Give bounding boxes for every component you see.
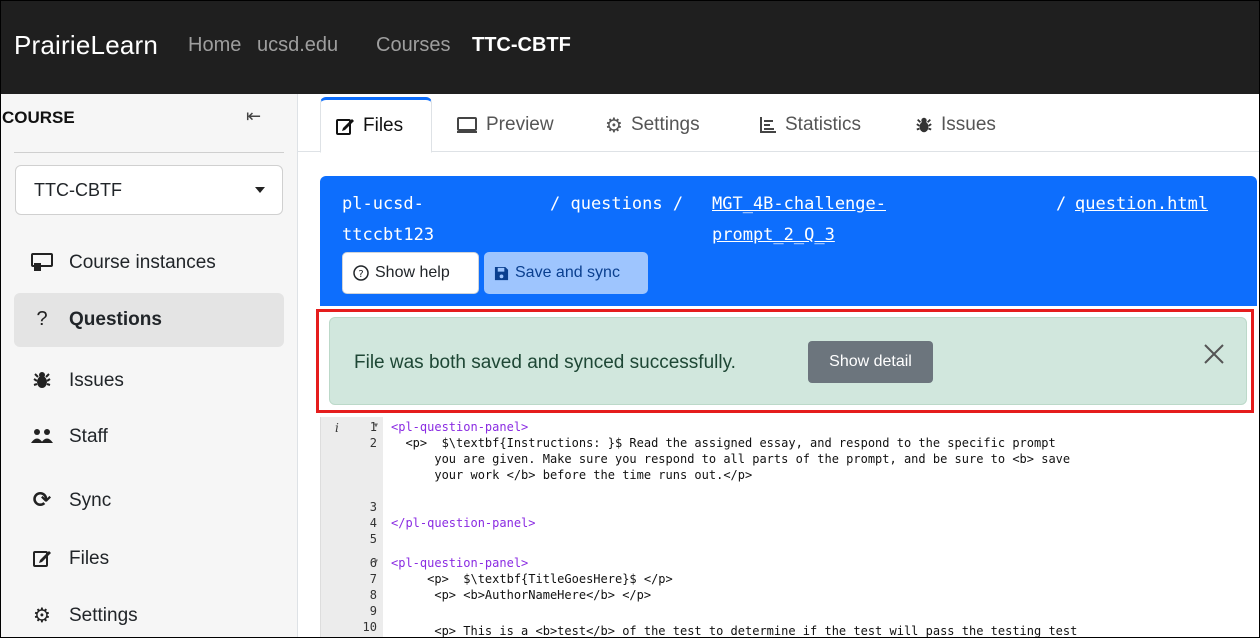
tab-settings[interactable]: ⚙ Settings bbox=[605, 97, 700, 153]
line-number: 1 bbox=[369, 420, 377, 434]
sidebar-item-label: Files bbox=[69, 548, 110, 569]
people-icon bbox=[30, 424, 54, 448]
edit-icon bbox=[335, 116, 355, 136]
sidebar-item-files[interactable]: Files bbox=[14, 532, 284, 586]
sidebar-item-issues[interactable]: Issues bbox=[14, 354, 284, 408]
show-help-label: Show help bbox=[375, 264, 450, 281]
line-number: 8 bbox=[369, 588, 377, 602]
code-line: <pl-question-panel> bbox=[391, 556, 529, 570]
breadcrumb-question-link[interactable]: MGT_4B-challenge- bbox=[712, 194, 886, 214]
sidebar-divider bbox=[14, 152, 284, 153]
sidebar-item-label: Settings bbox=[69, 605, 138, 626]
tab-label: Files bbox=[363, 115, 404, 136]
show-help-button[interactable]: ? Show help bbox=[342, 252, 479, 294]
svg-text:?: ? bbox=[358, 269, 363, 280]
sidebar-item-settings[interactable]: ⚙ Settings bbox=[14, 589, 284, 638]
brand-logo[interactable]: PrairieLearn bbox=[14, 30, 158, 61]
line-number: 9 bbox=[369, 604, 377, 618]
show-detail-button[interactable]: Show detail bbox=[808, 341, 933, 383]
sidebar-item-course-instances[interactable]: Course instances bbox=[14, 236, 284, 290]
code-line: <p> $\textbf{TitleGoesHere}$ </p> bbox=[391, 572, 673, 586]
sidebar-item-label: Sync bbox=[69, 490, 112, 511]
alert-message: File was both saved and synced successfu… bbox=[354, 352, 736, 373]
save-icon bbox=[494, 266, 509, 281]
tab-issues[interactable]: Issues bbox=[915, 97, 996, 153]
sidebar-item-label: Issues bbox=[69, 370, 124, 391]
code-line: <p> $\textbf{Instructions: }$ Read the a… bbox=[391, 436, 1056, 450]
sidebar-item-sync[interactable]: ⟳ Sync bbox=[14, 474, 284, 528]
code-line: <pl-question-panel> bbox=[391, 420, 529, 434]
sidebar-item-questions[interactable]: ? Questions bbox=[14, 293, 284, 347]
line-number: 4 bbox=[369, 516, 377, 530]
code-line: </pl-question-panel> bbox=[391, 516, 536, 530]
nav-link-home[interactable]: Home bbox=[188, 34, 241, 57]
sidebar-item-staff[interactable]: Staff bbox=[14, 410, 284, 464]
tab-files[interactable]: Files bbox=[320, 97, 432, 153]
question-tabs: Files Preview ⚙ Settings Statistics Issu… bbox=[298, 94, 1260, 153]
sidebar-heading: COURSE bbox=[2, 108, 75, 127]
breadcrumb-question-link-cont[interactable]: prompt_2_Q_3 bbox=[712, 225, 835, 245]
file-editor-header: pl-ucsd- ttccbt123 / questions / MGT_4B-… bbox=[320, 176, 1257, 306]
tab-label: Statistics bbox=[785, 114, 862, 135]
edit-icon bbox=[30, 546, 54, 570]
line-number: 6 bbox=[369, 556, 377, 570]
nav-link-course[interactable]: TTC-CBTF bbox=[472, 34, 571, 57]
tab-label: Settings bbox=[630, 114, 700, 135]
fold-icon[interactable]: ▾ bbox=[373, 420, 379, 431]
top-navbar: PrairieLearn Home ucsd.edu Courses TTC-C… bbox=[0, 0, 1260, 94]
sidebar-item-label: Staff bbox=[69, 426, 108, 447]
close-icon[interactable] bbox=[1201, 341, 1227, 367]
line-number: 2 bbox=[369, 436, 377, 450]
sync-icon: ⟳ bbox=[32, 487, 52, 512]
course-sidebar: COURSE ⇤ TTC-CBTF Course instances ? Que… bbox=[0, 94, 298, 638]
sidebar-item-label: Questions bbox=[69, 309, 162, 330]
question-icon: ? bbox=[36, 307, 48, 330]
line-number: 10 bbox=[362, 620, 377, 634]
line-number: 7 bbox=[369, 572, 377, 586]
breadcrumb-course[interactable]: pl-ucsd- bbox=[342, 194, 424, 214]
save-and-sync-label: Save and sync bbox=[515, 264, 620, 281]
line-number: 5 bbox=[369, 532, 377, 546]
code-line: your work </b> before the time runs out.… bbox=[391, 468, 753, 482]
breadcrumb-course-cont[interactable]: ttccbt123 bbox=[342, 225, 434, 245]
monitor-icon bbox=[30, 250, 54, 274]
collapse-sidebar-icon[interactable]: ⇤ bbox=[246, 106, 261, 127]
line-number: 3 bbox=[369, 500, 377, 514]
show-detail-label: Show detail bbox=[829, 353, 912, 370]
help-circle-icon: ? bbox=[353, 265, 369, 281]
chart-icon bbox=[759, 116, 777, 134]
code-editor[interactable]: i 1 2 3 4 5 6 7 8 9 10 ▾ ▾ <pl-question-… bbox=[320, 417, 1257, 638]
nav-link-institution[interactable]: ucsd.edu bbox=[257, 34, 338, 57]
tab-label: Issues bbox=[941, 114, 996, 135]
bug-icon bbox=[30, 368, 54, 392]
tab-preview[interactable]: Preview bbox=[456, 97, 554, 153]
code-line: <p> <b>AuthorNameHere</b> </p> bbox=[391, 588, 652, 602]
nav-link-courses[interactable]: Courses bbox=[376, 34, 450, 57]
breadcrumb-separator: / bbox=[1056, 194, 1067, 214]
breadcrumb-separator: / questions / bbox=[550, 194, 684, 214]
monitor-icon bbox=[456, 115, 478, 135]
code-line: <p> This is a <b>test</b> of the test to… bbox=[391, 624, 1078, 638]
gear-icon: ⚙ bbox=[605, 114, 623, 137]
course-select-dropdown[interactable]: TTC-CBTF bbox=[15, 165, 283, 215]
tab-statistics[interactable]: Statistics bbox=[759, 97, 861, 153]
breadcrumb-file-link[interactable]: question.html bbox=[1075, 194, 1208, 214]
tab-label: Preview bbox=[486, 114, 554, 135]
save-and-sync-button[interactable]: Save and sync bbox=[484, 252, 648, 294]
fold-icon[interactable]: ▾ bbox=[373, 556, 379, 567]
caret-down-icon bbox=[255, 187, 265, 193]
gear-icon: ⚙ bbox=[33, 604, 51, 627]
success-alert: File was both saved and synced successfu… bbox=[329, 317, 1247, 405]
line-number-gutter: i 1 2 3 4 5 6 7 8 9 10 bbox=[321, 417, 383, 638]
code-line: you are given. Make sure you respond to … bbox=[391, 452, 1071, 466]
course-select-value: TTC-CBTF bbox=[34, 180, 122, 200]
bug-icon bbox=[915, 116, 933, 134]
sidebar-item-label: Course instances bbox=[69, 252, 216, 273]
